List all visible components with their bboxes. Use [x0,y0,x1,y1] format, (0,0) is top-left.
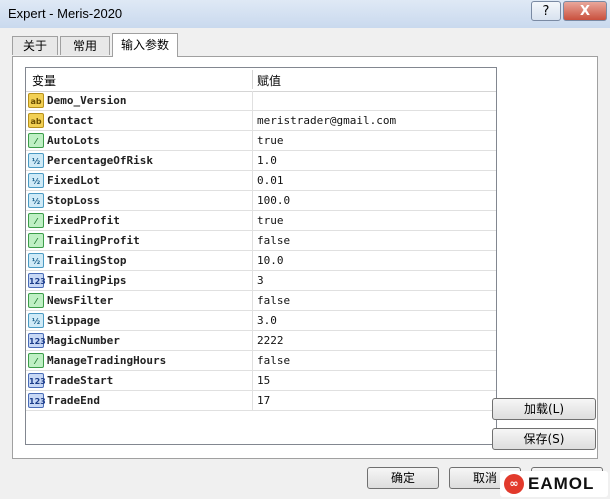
cell-separator [252,331,253,351]
cell-separator [252,251,253,271]
param-name: TradeStart [47,374,114,387]
eamol-watermark: ∞ EAMOL [500,471,608,497]
param-name: TrailingPips [47,274,127,287]
double-type-icon: ½ [28,313,44,328]
table-row[interactable]: ½ PercentageOfRisk 1.0 [26,151,496,171]
param-value[interactable]: false [257,234,290,247]
bool-type-icon: ⁄ [28,213,44,228]
cell-separator [252,391,253,411]
param-name: ManageTradingHours [47,354,167,367]
param-value[interactable]: 3 [257,274,264,287]
cell-separator [252,151,253,171]
cell-separator [252,171,253,191]
table-row[interactable]: ⁄ ManageTradingHours false [26,351,496,371]
bool-type-icon: ⁄ [28,233,44,248]
param-value[interactable]: false [257,294,290,307]
param-name: Slippage [47,314,100,327]
table-row[interactable]: 123 TradeEnd 17 [26,391,496,411]
string-type-icon: ab [28,93,44,108]
tab-about[interactable]: 关于 [12,36,58,55]
cell-separator [252,191,253,211]
param-value[interactable]: 100.0 [257,194,290,207]
param-name: TrailingStop [47,254,127,267]
parameters-grid[interactable]: 变量 赋值 ab Demo_Version ab Contact meristrader… [25,67,497,445]
cell-separator [252,271,253,291]
table-row[interactable]: ab Contact meristrader@gmail.com [26,111,496,131]
table-row[interactable]: ½ StopLoss 100.0 [26,191,496,211]
param-name: TrailingProfit [47,234,140,247]
param-value[interactable]: 15 [257,374,270,387]
title-bar[interactable]: Expert - Meris-2020 ? X [0,0,610,28]
param-name: FixedProfit [47,214,120,227]
tab-common[interactable]: 常用 [60,36,110,55]
table-row[interactable]: 123 TradeStart 15 [26,371,496,391]
param-value[interactable]: 3.0 [257,314,277,327]
ok-button[interactable]: 确定 [367,467,439,489]
table-row[interactable]: ab Demo_Version [26,91,496,111]
param-name: TradeEnd [47,394,100,407]
param-value[interactable]: 1.0 [257,154,277,167]
param-value[interactable]: false [257,354,290,367]
table-row[interactable]: ⁄ TrailingProfit false [26,231,496,251]
string-type-icon: ab [28,113,44,128]
param-name: AutoLots [47,134,100,147]
column-header-value[interactable]: 赋值 [257,72,281,89]
eamol-logo-icon: ∞ [504,474,524,494]
double-type-icon: ½ [28,193,44,208]
param-name: NewsFilter [47,294,114,307]
table-row[interactable]: 123 MagicNumber 2222 [26,331,496,351]
param-value[interactable]: 0.01 [257,174,284,187]
param-value[interactable]: 2222 [257,334,284,347]
table-row[interactable]: ⁄ AutoLots true [26,131,496,151]
expert-dialog: Expert - Meris-2020 ? X 关于 常用 输入参数 变量 赋值… [0,0,610,499]
integer-type-icon: 123 [28,273,46,288]
param-value[interactable]: meristrader@gmail.com [257,114,396,127]
cell-separator [252,211,253,231]
column-header-variable[interactable]: 变量 [32,72,56,89]
help-button[interactable]: ? [531,1,561,21]
param-value[interactable]: 17 [257,394,270,407]
table-row[interactable]: 123 TrailingPips 3 [26,271,496,291]
cell-separator [252,231,253,251]
load-button[interactable]: 加载(L) [492,398,596,420]
table-row[interactable]: ½ Slippage 3.0 [26,311,496,331]
param-name: MagicNumber [47,334,120,347]
window-title: Expert - Meris-2020 [8,6,123,21]
cell-separator [252,311,253,331]
cell-separator [252,291,253,311]
column-separator[interactable] [252,70,253,89]
double-type-icon: ½ [28,153,44,168]
table-row[interactable]: ⁄ NewsFilter false [26,291,496,311]
bool-type-icon: ⁄ [28,353,44,368]
double-type-icon: ½ [28,253,44,268]
integer-type-icon: 123 [28,373,46,388]
tab-panel: 变量 赋值 ab Demo_Version ab Contact meristrader… [12,56,598,459]
table-row[interactable]: ½ FixedLot 0.01 [26,171,496,191]
save-button[interactable]: 保存(S) [492,428,596,450]
param-value[interactable]: true [257,214,284,227]
param-value[interactable]: 10.0 [257,254,284,267]
grid-header: 变量 赋值 [26,68,496,92]
integer-type-icon: 123 [28,333,46,348]
double-type-icon: ½ [28,173,44,188]
param-name: PercentageOfRisk [47,154,153,167]
eamol-watermark-text: EAMOL [528,474,595,493]
bool-type-icon: ⁄ [28,293,44,308]
param-value[interactable]: true [257,134,284,147]
close-button[interactable]: X [563,1,607,21]
cell-separator [252,131,253,151]
integer-type-icon: 123 [28,393,46,408]
cell-separator [252,111,253,131]
bool-type-icon: ⁄ [28,133,44,148]
param-name: StopLoss [47,194,100,207]
cell-separator [252,91,253,111]
param-name: Demo_Version [47,94,127,107]
param-name: Contact [47,114,94,127]
cell-separator [252,351,253,371]
table-row[interactable]: ⁄ FixedProfit true [26,211,496,231]
cell-separator [252,371,253,391]
param-name: FixedLot [47,174,100,187]
tab-input-params[interactable]: 输入参数 [112,33,178,57]
table-row[interactable]: ½ TrailingStop 10.0 [26,251,496,271]
